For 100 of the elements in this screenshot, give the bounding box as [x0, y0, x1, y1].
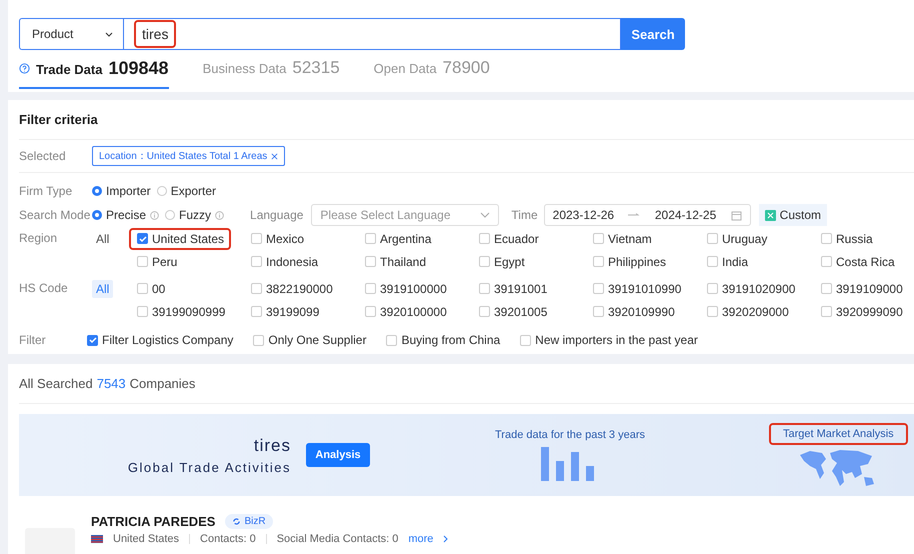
row-label: Selected — [19, 149, 67, 163]
checkbox[interactable] — [365, 233, 376, 244]
radio-button[interactable] — [92, 186, 102, 196]
checkbox[interactable] — [365, 256, 376, 267]
option-label: India — [722, 254, 748, 268]
option-label: Importer — [106, 184, 151, 198]
all-option[interactable]: All — [92, 230, 114, 248]
checkbox[interactable] — [137, 256, 148, 267]
option-label: Uruguay — [722, 232, 768, 246]
radio-button[interactable] — [92, 210, 102, 220]
radio-button[interactable] — [165, 210, 176, 220]
checkbox[interactable] — [137, 306, 148, 317]
checkbox[interactable] — [137, 233, 148, 244]
checkbox[interactable] — [821, 306, 832, 317]
checkbox[interactable] — [479, 256, 490, 267]
option-label: Costa Rica — [836, 254, 895, 268]
row-label: Region — [19, 230, 58, 247]
option-label: 3920209000 — [722, 304, 789, 318]
option-label: 39191020900 — [722, 282, 796, 296]
option-label: 39191010990 — [608, 282, 682, 296]
option-label: Vietnam — [608, 232, 652, 246]
option-label: Argentina — [380, 232, 432, 246]
date-range-field[interactable]: 2023-12-26 2024-12-25 — [544, 204, 751, 226]
option-label: Precise — [106, 208, 146, 222]
all-option[interactable]: All — [92, 280, 114, 298]
contacts-text: Contacts: 0 — [200, 533, 256, 545]
option-label: 3822190000 — [266, 282, 333, 296]
checkbox[interactable] — [251, 283, 262, 294]
market-analysis-link[interactable]: Target Market Analysis — [769, 423, 908, 445]
option-label: 3919100000 — [380, 282, 447, 296]
checkbox[interactable] — [87, 334, 98, 346]
option-label: Buying from China — [401, 333, 500, 347]
close-icon[interactable] — [271, 152, 278, 160]
option-label: Philippines — [608, 254, 666, 268]
checkbox[interactable] — [821, 283, 832, 294]
bizr-badge: BizR — [225, 514, 273, 529]
option-label: 39199090999 — [152, 304, 226, 318]
banner-subtitle: Global Trade Activities — [128, 460, 291, 474]
results-label: Companies — [130, 376, 196, 391]
option-label: United States — [152, 232, 224, 246]
data-tab[interactable]: Trade Data 109848 — [19, 58, 169, 89]
company-name[interactable]: PATRICIA PAREDES — [91, 514, 216, 529]
row-label: Search Mode — [19, 208, 92, 222]
checkbox[interactable] — [253, 334, 264, 346]
checkbox[interactable] — [593, 256, 604, 267]
grid-icon — [764, 210, 776, 220]
checkbox[interactable] — [251, 256, 262, 267]
language-dropdown[interactable]: Please Select Language — [311, 204, 500, 226]
flag-icon — [91, 535, 103, 543]
checkbox[interactable] — [386, 334, 398, 346]
checkbox[interactable] — [593, 306, 604, 317]
option-label: 00 — [152, 282, 166, 296]
keyword-title: tires — [254, 436, 291, 456]
analysis-button[interactable]: Analysis — [306, 443, 370, 467]
radio-button[interactable] — [156, 186, 167, 196]
checkbox[interactable] — [479, 283, 490, 294]
filter-tag[interactable]: Location：United States Total 1 Areas — [92, 146, 286, 166]
checkbox[interactable] — [251, 233, 262, 244]
checkbox[interactable] — [520, 334, 532, 346]
checkbox[interactable] — [707, 283, 718, 294]
checkbox[interactable] — [707, 306, 718, 317]
row-label: Language — [250, 208, 304, 222]
country-text: United States — [113, 533, 180, 545]
search-button[interactable]: Search — [621, 18, 685, 50]
chevron-down-icon — [480, 212, 490, 218]
checkbox[interactable] — [593, 233, 604, 244]
custom-button[interactable]: Custom — [758, 204, 827, 226]
checkbox[interactable] — [707, 233, 718, 244]
option-label: 39191001 — [494, 282, 548, 296]
checkbox[interactable] — [479, 306, 490, 317]
option-label: 3920100000 — [380, 304, 447, 318]
data-tab[interactable]: Open Data 78900 — [374, 58, 490, 89]
checkbox[interactable] — [821, 233, 832, 244]
checkbox[interactable] — [821, 256, 832, 267]
search-field[interactable]: tires — [123, 18, 621, 50]
more-link[interactable]: more — [408, 533, 434, 545]
scope-dropdown[interactable]: Product — [19, 18, 123, 50]
checkbox[interactable] — [707, 256, 718, 267]
row-label: HS Code — [19, 280, 69, 297]
option-label: Mexico — [266, 232, 304, 246]
chevron-down-icon — [105, 32, 113, 36]
checkbox[interactable] — [365, 283, 376, 294]
option-label: 3920109990 — [608, 304, 675, 318]
option-label: New importers in the past year — [535, 333, 698, 347]
checkbox[interactable] — [251, 306, 262, 317]
info-icon — [215, 210, 224, 220]
option-label: 39201005 — [494, 304, 548, 318]
option-label: Exporter — [170, 184, 216, 198]
checkbox[interactable] — [593, 283, 604, 294]
option-label: Only One Supplier — [268, 333, 366, 347]
results-count: 7543 — [96, 376, 126, 391]
data-tab[interactable]: Business Data 52315 — [202, 58, 340, 89]
checkbox[interactable] — [479, 233, 490, 244]
option-label: 39199099 — [266, 304, 320, 318]
checkbox[interactable] — [137, 283, 148, 294]
row-label: Firm Type — [19, 184, 74, 198]
section-title: Filter criteria — [19, 100, 914, 140]
option-label: Russia — [836, 232, 873, 246]
help-icon — [19, 63, 30, 74]
checkbox[interactable] — [365, 306, 376, 317]
